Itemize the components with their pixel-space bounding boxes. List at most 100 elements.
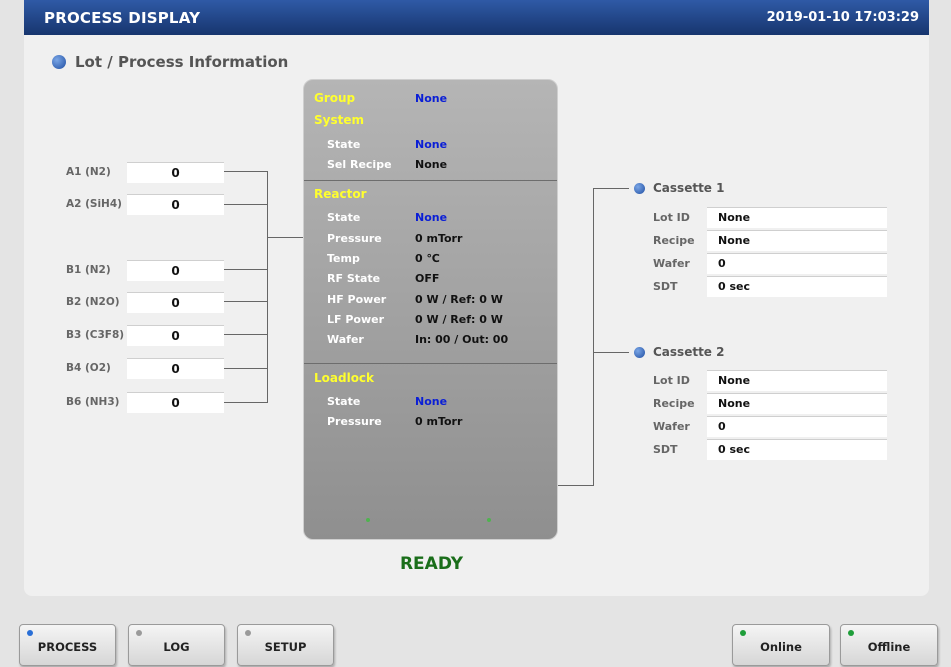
cassette-label: SDT — [653, 280, 678, 293]
loadlock-pressure-label: Pressure — [327, 415, 382, 428]
connector-line — [224, 171, 267, 172]
sel-recipe-value: None — [415, 158, 448, 171]
rf-state-value: OFF — [415, 272, 440, 285]
cassette-1-sdt-row: SDT 0 sec — [653, 276, 887, 297]
gas-row-b6: B6 (NH3) 0 — [66, 391, 224, 413]
process-button-label: PROCESS — [37, 640, 98, 654]
cassette-label: Recipe — [653, 234, 695, 247]
cassette-2-wafer-row: Wafer 0 — [653, 416, 887, 437]
setup-button[interactable]: SETUP — [237, 624, 334, 666]
cassette-value-field: 0 sec — [707, 439, 887, 460]
gas-label: B4 (O2) — [66, 362, 111, 374]
section-title-text: Lot / Process Information — [75, 53, 289, 71]
cassette-label: Wafer — [653, 257, 690, 270]
gas-value-field: 0 — [127, 357, 224, 379]
reactor-wafer-label: Wafer — [327, 333, 364, 346]
connector-line — [267, 237, 304, 238]
cassette-label: Wafer — [653, 420, 690, 433]
status-led-icon — [136, 630, 142, 636]
cassette-2-lot-row: Lot ID None — [653, 370, 887, 391]
connector-line — [558, 485, 594, 486]
status-led-icon — [848, 630, 854, 636]
connector-line — [224, 204, 267, 205]
gas-label: A2 (SiH4) — [66, 198, 122, 210]
cassette-title-text: Cassette 2 — [653, 345, 725, 359]
reactor-pressure-label: Pressure — [327, 232, 382, 245]
reactor-header: Reactor — [314, 187, 367, 201]
cassette-1-lot-row: Lot ID None — [653, 207, 887, 228]
cassette-value-field: None — [707, 393, 887, 414]
cassette-1-title: Cassette 1 — [634, 181, 724, 195]
reactor-state-value: None — [415, 211, 448, 224]
cassette-value-field: 0 — [707, 253, 887, 274]
connector-line — [224, 334, 267, 335]
reactor-temp-value: 0 ℃ — [415, 252, 440, 265]
gas-row-a1: A1 (N2) 0 — [66, 161, 224, 183]
online-button-label: Online — [760, 640, 802, 654]
setup-button-label: SETUP — [264, 640, 307, 654]
cassette-label: Lot ID — [653, 374, 690, 387]
cassette-1-recipe-row: Recipe None — [653, 230, 887, 251]
connector-line — [593, 352, 629, 353]
connector-line — [593, 188, 629, 189]
gas-value-field: 0 — [127, 324, 224, 346]
loadlock-header: Loadlock — [314, 371, 375, 385]
indicator-led — [487, 518, 491, 522]
cassette-title-text: Cassette 1 — [653, 181, 725, 195]
lf-power-label: LF Power — [327, 313, 385, 326]
lf-power-value: 0 W / Ref: 0 W — [415, 313, 503, 326]
gas-label: B1 (N2) — [66, 264, 111, 276]
indicator-led — [366, 518, 370, 522]
offline-button[interactable]: Offline — [840, 624, 938, 666]
process-button[interactable]: PROCESS — [19, 624, 116, 666]
system-state-label: State — [327, 138, 361, 151]
gas-label: B2 (N2O) — [66, 296, 120, 308]
online-button[interactable]: Online — [732, 624, 830, 666]
reactor-state-label: State — [327, 211, 361, 224]
header-bar: PROCESS DISPLAY 2019-01-10 17:03:29 — [24, 0, 929, 35]
gas-label: B3 (C3F8) — [66, 329, 125, 341]
datetime-display: 2019-01-10 17:03:29 — [766, 10, 919, 25]
cassette-value-field: None — [707, 230, 887, 251]
loadlock-state-label: State — [327, 395, 361, 408]
cassette-value-field: None — [707, 207, 887, 228]
connector-line — [267, 171, 268, 403]
cassette-1-wafer-row: Wafer 0 — [653, 253, 887, 274]
gas-row-b4: B4 (O2) 0 — [66, 357, 224, 379]
gas-value-field: 0 — [127, 193, 224, 215]
gas-value-field: 0 — [127, 161, 224, 183]
system-header: System — [314, 113, 364, 127]
bullet-icon — [634, 182, 645, 194]
process-status-panel: Group None System State None Sel Recipe … — [303, 79, 558, 540]
system-state-value: None — [415, 138, 448, 151]
panel-divider — [304, 180, 557, 181]
cassette-value-field: 0 sec — [707, 276, 887, 297]
offline-button-label: Offline — [867, 640, 911, 654]
cassette-2-recipe-row: Recipe None — [653, 393, 887, 414]
reactor-wafer-value: In: 00 / Out: 00 — [415, 333, 509, 346]
log-button-label: LOG — [163, 640, 190, 654]
rf-state-label: RF State — [327, 272, 381, 285]
group-value: None — [415, 92, 448, 105]
gas-row-b3: B3 (C3F8) 0 — [66, 324, 224, 346]
gas-label: A1 (N2) — [66, 166, 111, 178]
gas-value-field: 0 — [127, 291, 224, 313]
cassette-label: SDT — [653, 443, 678, 456]
cassette-label: Recipe — [653, 397, 695, 410]
log-button[interactable]: LOG — [128, 624, 225, 666]
status-led-icon — [27, 630, 33, 636]
bullet-icon — [634, 346, 645, 358]
connector-line — [593, 188, 594, 486]
panel-divider — [304, 363, 557, 364]
status-led-icon — [245, 630, 251, 636]
hf-power-value: 0 W / Ref: 0 W — [415, 293, 503, 306]
gas-label: B6 (NH3) — [66, 396, 120, 408]
gas-value-field: 0 — [127, 259, 224, 281]
gas-row-b2: B2 (N2O) 0 — [66, 291, 224, 313]
connector-line — [224, 301, 267, 302]
gas-row-b1: B1 (N2) 0 — [66, 259, 224, 281]
hf-power-label: HF Power — [327, 293, 387, 306]
cassette-2-sdt-row: SDT 0 sec — [653, 439, 887, 460]
loadlock-state-value: None — [415, 395, 448, 408]
page-title: PROCESS DISPLAY — [44, 8, 201, 27]
